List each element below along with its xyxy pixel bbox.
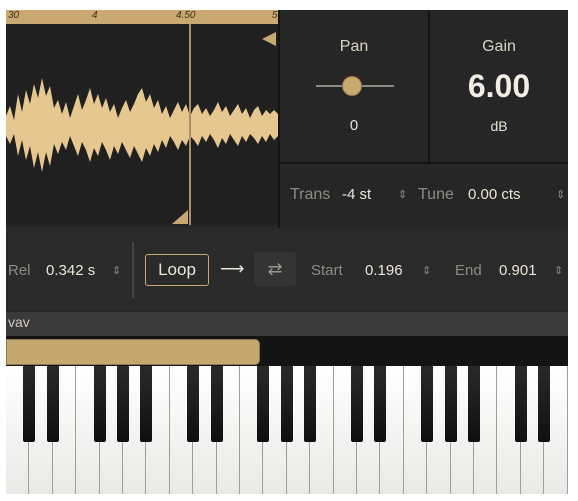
gain-title: Gain [482, 38, 516, 55]
ruler-label: 4 [92, 10, 98, 21]
black-key[interactable] [117, 366, 129, 442]
rel-value[interactable]: 0.342 s [46, 262, 95, 279]
gain-unit: dB [490, 118, 508, 134]
ruler-label: 4.50 [176, 10, 196, 21]
piano-keyboard[interactable] [6, 366, 568, 494]
black-key[interactable] [444, 366, 457, 442]
sampler-panel: 30 4 4.50 5 Pan 0 Gain 6.00 dB Trans -4 … [6, 10, 568, 494]
updown-arrows-icon[interactable]: ⇕ [556, 188, 565, 201]
divider [280, 162, 568, 164]
black-key[interactable] [304, 366, 317, 442]
updown-arrows-icon[interactable]: ⇕ [422, 264, 431, 277]
divider [132, 242, 134, 298]
tune-value[interactable]: 0.00 cts [468, 186, 521, 203]
ruler-label: 30 [8, 10, 20, 21]
pan-slider-knob[interactable] [342, 76, 362, 96]
start-label: Start [311, 262, 343, 279]
loop-mode-button[interactable]: ⇄ [254, 252, 296, 286]
black-key[interactable] [280, 366, 293, 442]
black-key[interactable] [210, 366, 223, 442]
black-key[interactable] [257, 366, 270, 442]
trans-value[interactable]: -4 st [342, 186, 371, 203]
trans-label: Trans [290, 186, 331, 203]
start-value[interactable]: 0.196 [365, 262, 403, 279]
updown-arrows-icon[interactable]: ⇕ [554, 264, 563, 277]
waveform-graph [6, 78, 278, 172]
end-value[interactable]: 0.901 [499, 262, 537, 279]
end-label: End [455, 262, 482, 279]
arrow-right-icon: ⟶ [220, 259, 245, 278]
loop-button[interactable]: Loop [145, 254, 209, 286]
black-key[interactable] [23, 366, 36, 442]
black-key[interactable] [538, 366, 551, 442]
waveform-display[interactable]: 30 4 4.50 5 [6, 10, 278, 225]
pan-value[interactable]: 0 [280, 117, 428, 134]
time-ruler[interactable]: 30 4 4.50 5 [6, 10, 278, 24]
ruler-label: 5 [272, 10, 278, 21]
sample-file-name: vav [8, 314, 30, 330]
waveform-shape [6, 78, 278, 172]
black-key[interactable] [374, 366, 387, 442]
loop-start-marker[interactable] [172, 210, 188, 224]
tune-label: Tune [418, 186, 454, 203]
black-key[interactable] [140, 366, 153, 442]
updown-arrows-icon[interactable]: ⇕ [112, 264, 121, 277]
black-key[interactable] [468, 366, 480, 442]
swap-arrows-icon: ⇄ [267, 259, 283, 279]
black-key[interactable] [421, 366, 434, 442]
gain-value[interactable]: 6.00 [430, 68, 568, 105]
rel-label: Rel [8, 262, 31, 279]
loop-end-marker[interactable] [262, 32, 276, 46]
updown-arrows-icon[interactable]: ⇕ [398, 188, 407, 201]
black-key[interactable] [514, 366, 527, 442]
key-range-handle[interactable] [6, 339, 260, 365]
black-key[interactable] [46, 366, 59, 442]
playhead-line[interactable] [189, 24, 191, 225]
pan-title: Pan [339, 38, 369, 55]
sample-name-bar [6, 312, 568, 336]
black-key[interactable] [187, 366, 200, 442]
black-key[interactable] [93, 366, 106, 442]
black-key[interactable] [351, 366, 363, 442]
